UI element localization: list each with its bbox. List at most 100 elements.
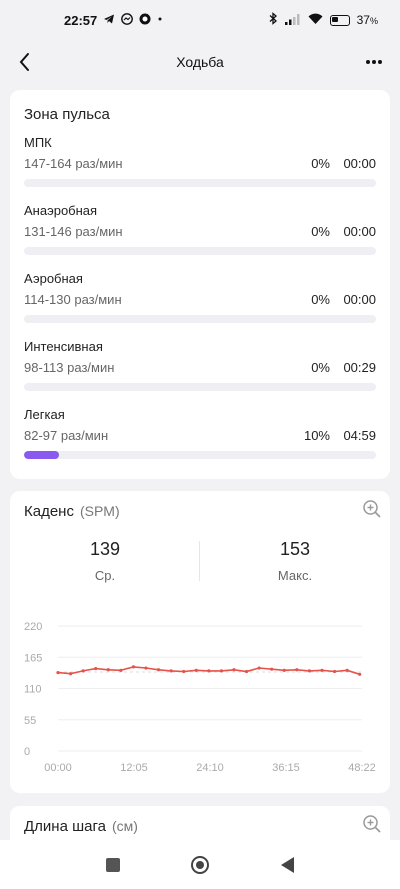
zoom-in-icon (363, 500, 381, 518)
cadence-data-point (207, 669, 211, 673)
cadence-data-point (332, 669, 337, 674)
page-title: Ходьба (176, 54, 224, 70)
dot-icon (157, 13, 163, 28)
cadence-card: Каденс (SPM) 139 Ср. 153 Макс. 220 165 110… (10, 491, 390, 793)
cadence-data-point (270, 667, 274, 671)
cadence-data-point (320, 668, 324, 672)
cadence-data-point (68, 672, 73, 676)
cadence-average: 139 Ср. (10, 539, 200, 583)
zoom-in-button[interactable] (362, 499, 382, 519)
cadence-data-point (219, 669, 224, 673)
home-button[interactable] (191, 855, 210, 874)
zone-name: Интенсивная (24, 339, 103, 354)
battery-icon (329, 14, 350, 26)
zone-time: 00:29 (343, 360, 376, 375)
status-bar: 22:57 37% (0, 0, 400, 40)
zone-progress-bar (24, 315, 376, 323)
zone-progress-bar (24, 451, 376, 459)
y-tick-label: 0 (24, 746, 30, 758)
zone-name: Анаэробная (24, 203, 98, 218)
cadence-data-point (257, 666, 261, 670)
cadence-title: Каденс (24, 503, 74, 520)
y-tick-label: 220 (24, 621, 42, 633)
zone-time: 00:00 (343, 292, 376, 307)
cadence-max-label: Макс. (277, 568, 313, 583)
zone-range: 147-164 раз/мин (24, 156, 123, 171)
y-tick-label: 55 (24, 715, 36, 727)
zone-percent: 0% (311, 224, 330, 239)
status-time: 22:57 (64, 12, 98, 28)
cadence-data-point (307, 669, 311, 673)
zone-percent: 0% (311, 360, 330, 375)
zone-item: Легкая 82-97 раз/мин 10% 04:59 (24, 407, 376, 459)
cadence-data-point (94, 667, 98, 671)
zone-time: 04:59 (343, 428, 376, 443)
more-options-button[interactable] (362, 50, 386, 74)
zone-item: МПК 147-164 раз/мин 0% 00:00 (24, 135, 376, 187)
zone-range: 82-97 раз/мин (24, 428, 109, 443)
zone-time: 00:00 (343, 156, 376, 171)
zone-range: 131-146 раз/мин (24, 224, 123, 239)
back-nav-button[interactable] (281, 856, 295, 873)
zone-percent: 10% (303, 428, 330, 443)
zone-progress-bar (24, 383, 376, 391)
chevron-left-icon (19, 53, 29, 71)
cadence-chart: 220 165 110 55 0 00:00 12:05 24:10 36:15 48:22 (24, 621, 376, 771)
zone-time: 00:00 (343, 224, 376, 239)
cadence-data-point (295, 668, 299, 672)
cadence-max: 153 Макс. (200, 539, 390, 583)
zone-percent: 0% (311, 292, 330, 307)
cadence-data-point (358, 672, 362, 676)
cadence-data-point (119, 668, 123, 672)
x-tick-label: 24:10 (196, 762, 224, 771)
heart-zone-card: Зона пульса МПК 147-164 раз/мин 0% 00:00 Ана… (10, 90, 390, 479)
recents-button[interactable] (105, 857, 120, 872)
telegram-icon (103, 13, 115, 28)
cadence-data-point (144, 666, 148, 670)
cadence-data-point (131, 665, 136, 669)
cadence-data-point (232, 668, 236, 672)
back-button[interactable] (14, 50, 38, 74)
heart-zone-title: Зона пульса (24, 106, 110, 123)
zone-progress-fill (24, 451, 60, 459)
zone-item: Анаэробная 131-146 раз/мин 0% 00:00 (24, 203, 376, 255)
messenger-icon (121, 12, 134, 28)
battery-level: 37% (356, 13, 378, 27)
zone-progress-bar (24, 179, 376, 187)
cadence-unit: (SPM) (79, 503, 120, 519)
cadence-average-value: 139 (89, 539, 121, 559)
zone-range: 98-113 раз/мин (24, 360, 115, 375)
wifi-icon (308, 13, 323, 28)
app-icon (139, 13, 151, 28)
cadence-data-point (194, 668, 198, 672)
zone-name: МПК (24, 135, 52, 150)
cadence-data-point (156, 668, 161, 672)
system-nav-bar (0, 840, 400, 889)
stride-title: Длина шага (24, 818, 106, 835)
zone-range: 114-130 раз/мин (24, 292, 122, 307)
y-tick-label: 110 (24, 684, 42, 696)
cadence-max-value: 153 (279, 539, 311, 559)
cadence-average-label: Ср. (94, 568, 116, 583)
cadence-data-point (244, 669, 249, 674)
cadence-data-point (345, 668, 349, 672)
stride-zoom-button[interactable] (362, 814, 382, 834)
app-header: Ходьба (0, 42, 400, 82)
x-tick-label: 00:00 (44, 762, 72, 771)
more-icon (366, 60, 382, 64)
x-tick-label: 36:15 (272, 762, 300, 771)
signal-icon (284, 13, 301, 28)
cadence-data-point (282, 668, 286, 672)
cadence-data-point (169, 669, 173, 673)
bluetooth-icon (268, 12, 278, 28)
cadence-data-point (56, 670, 60, 675)
zone-name: Легкая (24, 407, 65, 422)
zone-percent: 0% (311, 156, 330, 171)
zone-progress-bar (24, 247, 376, 255)
zoom-in-icon (363, 815, 381, 833)
cadence-data-point (106, 668, 110, 672)
x-tick-label: 48:22 (348, 762, 376, 771)
y-tick-label: 165 (24, 652, 42, 664)
x-tick-label: 12:05 (120, 762, 148, 771)
zone-name: Аэробная (24, 271, 83, 286)
